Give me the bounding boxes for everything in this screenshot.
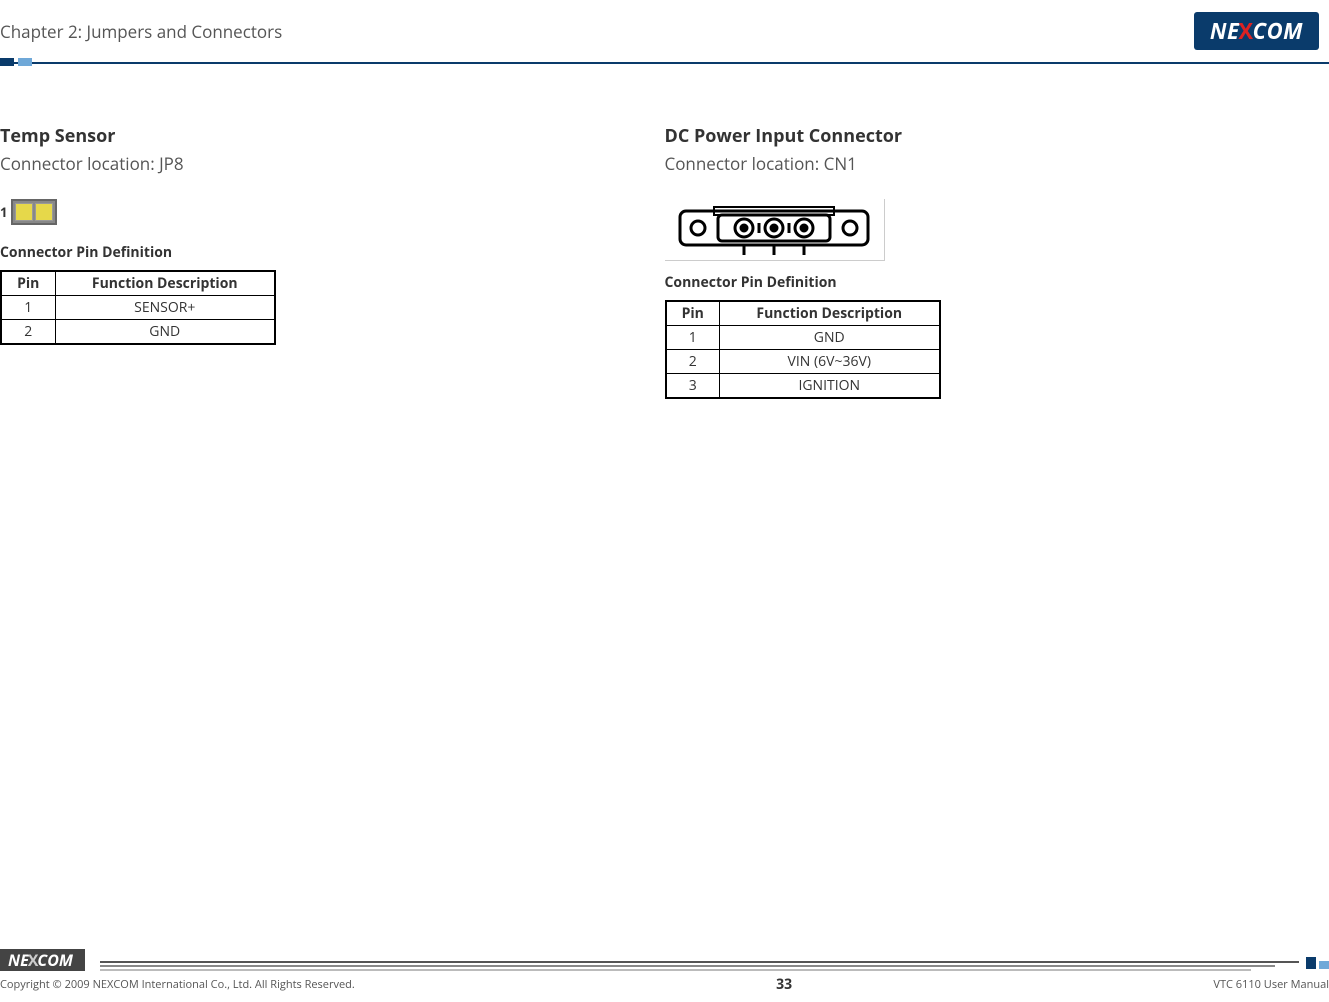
left-column: Temp Sensor Connector location: JP8 1 Co…: [0, 124, 665, 399]
footer-stripes: [100, 961, 1299, 963]
table-row: 3 IGNITION: [666, 374, 940, 399]
pin-table-cn1: Pin Function Description 1 GND 2 VIN (6V…: [665, 300, 941, 399]
logo-text-post: COM: [37, 949, 73, 971]
table-title-cn1: Connector Pin Definition: [665, 273, 1310, 292]
page-header: Chapter 2: Jumpers and Connectors NE X C…: [0, 0, 1329, 56]
cell-pin: 3: [666, 374, 720, 399]
jp8-diagram: 1: [0, 199, 645, 225]
th-pin: Pin: [1, 271, 55, 296]
table-row: 1 GND: [666, 326, 940, 350]
th-desc: Function Description: [720, 301, 940, 326]
divider-block-light: [18, 58, 32, 66]
jp8-connector-icon: [11, 199, 57, 225]
divider-block-dark: [0, 58, 14, 66]
cn1-diagram: [665, 199, 885, 261]
cell-desc: IGNITION: [720, 374, 940, 399]
page-footer: NE X COM Copyright © 2009 NEXCOM Interna…: [0, 951, 1329, 994]
brand-logo-footer: NE X COM: [0, 949, 85, 971]
jp8-pad: [15, 203, 33, 221]
cell-desc: GND: [720, 326, 940, 350]
table-row: 1 SENSOR+: [1, 296, 275, 320]
connector-location-jp8: Connector location: JP8: [0, 152, 645, 175]
logo-text-post: COM: [1253, 16, 1303, 46]
cell-pin: 2: [1, 320, 55, 345]
copyright-text: Copyright © 2009 NEXCOM International Co…: [0, 977, 355, 992]
header-divider: [0, 58, 1329, 68]
footer-blocks: [1306, 957, 1329, 969]
table-row: 2 GND: [1, 320, 275, 345]
manual-name: VTC 6110 User Manual: [1213, 977, 1329, 992]
logo-text-x: X: [1238, 16, 1253, 46]
pin-table-jp8: Pin Function Description 1 SENSOR+ 2 GND: [0, 270, 276, 345]
table-row: 2 VIN (6V~36V): [666, 350, 940, 374]
cell-pin: 2: [666, 350, 720, 374]
section-title-dc-power: DC Power Input Connector: [665, 124, 1310, 148]
jp8-pin1-label: 1: [0, 203, 7, 221]
cell-desc: GND: [55, 320, 275, 345]
section-title-temp-sensor: Temp Sensor: [0, 124, 645, 148]
cell-desc: VIN (6V~36V): [720, 350, 940, 374]
cell-pin: 1: [1, 296, 55, 320]
chapter-title: Chapter 2: Jumpers and Connectors: [0, 20, 282, 43]
logo-text-pre: NE: [8, 949, 29, 971]
right-column: DC Power Input Connector Connector locat…: [665, 124, 1329, 399]
brand-logo-top: NE X COM: [1194, 12, 1319, 50]
page-number: 33: [776, 975, 792, 994]
th-pin: Pin: [666, 301, 720, 326]
th-desc: Function Description: [55, 271, 275, 296]
table-title-jp8: Connector Pin Definition: [0, 243, 645, 262]
cell-desc: SENSOR+: [55, 296, 275, 320]
cell-pin: 1: [666, 326, 720, 350]
connector-location-cn1: Connector location: CN1: [665, 152, 1310, 175]
jp8-pad: [35, 203, 53, 221]
cn1-connector-icon: [674, 203, 874, 257]
logo-text-pre: NE: [1210, 16, 1240, 46]
